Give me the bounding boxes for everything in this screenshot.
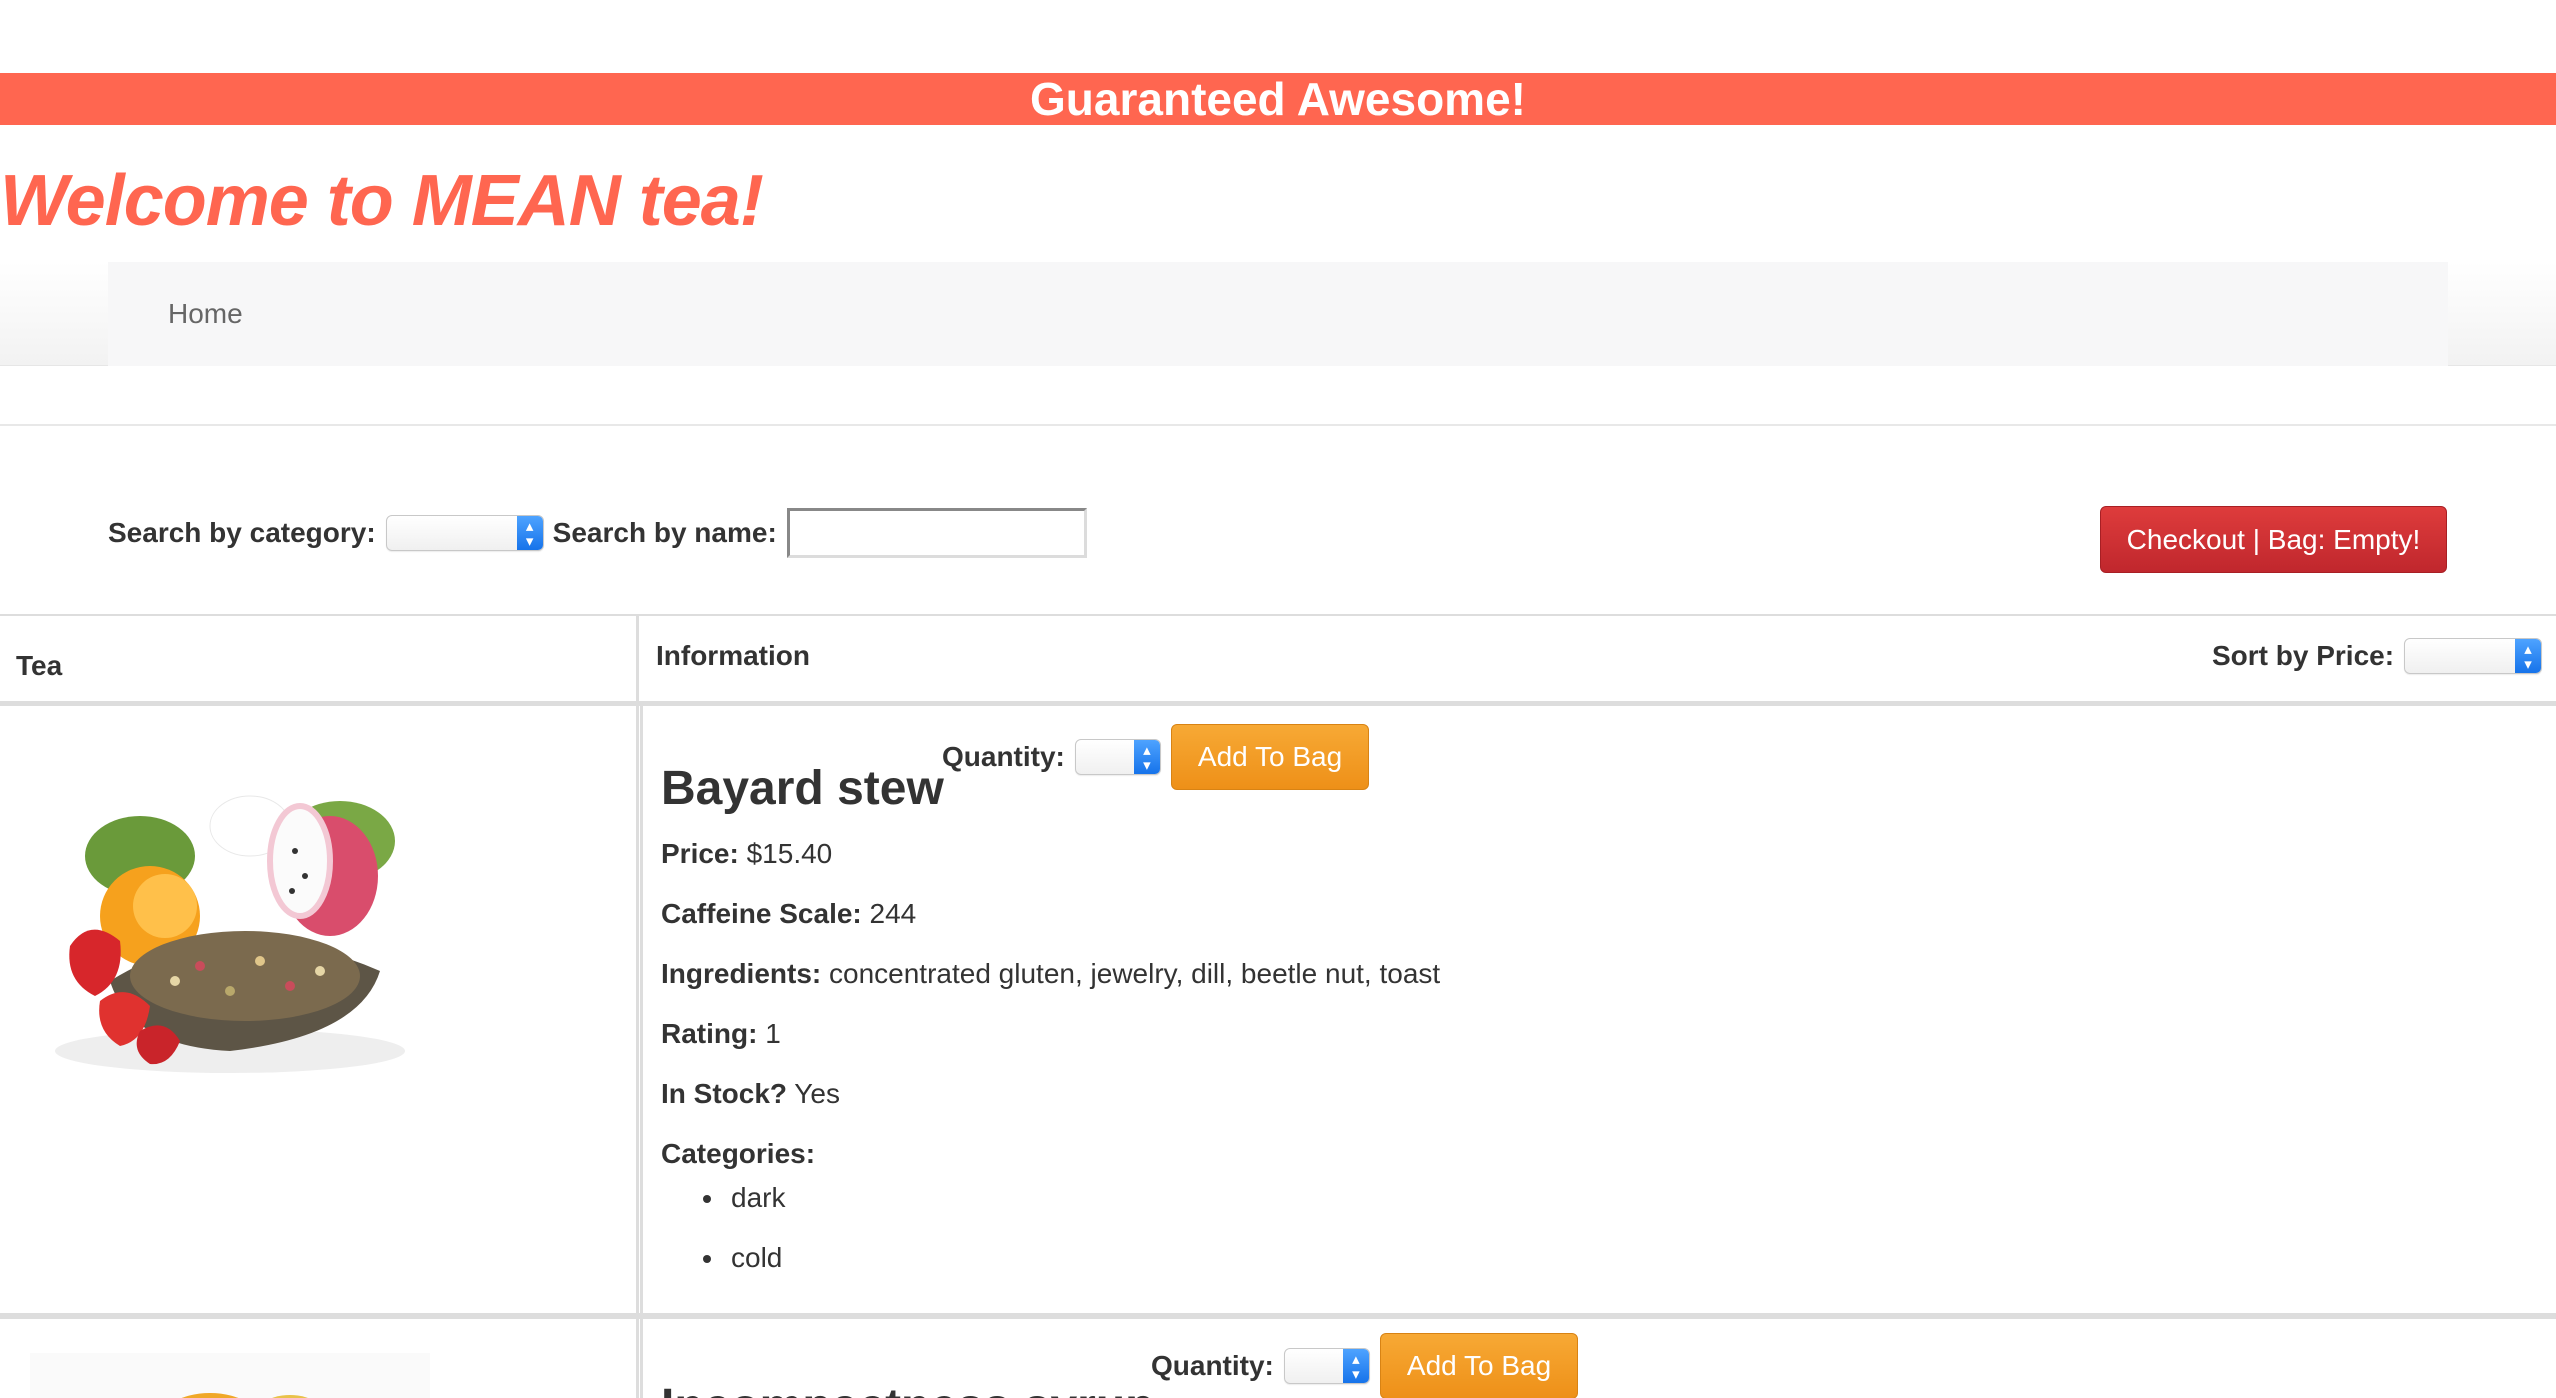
search-bar: Search by category: ▴ ▾ Search by name: [108, 505, 1087, 561]
sort-price-select[interactable]: ▴ ▾ [2404, 638, 2543, 674]
table-row: Quantity: ▴ ▾ Add To Bag Bayard stew Pric… [0, 706, 2556, 1318]
product-info: Quantity: ▴▾ Add To Bag Incompactness sy… [640, 1313, 2556, 1398]
price-value: $15.40 [746, 838, 833, 869]
product-name: Bayard stew [661, 762, 944, 815]
quantity-bar: Quantity: ▴ ▾ Add To Bag [942, 724, 1370, 790]
header-tea: Tea [16, 650, 63, 681]
banner-text: Guaranteed Awesome! [1030, 73, 1526, 125]
price-label: Price: [661, 838, 739, 869]
categories-field: Categories: [661, 1138, 815, 1170]
quantity-select[interactable]: ▴ ▾ [1283, 1348, 1370, 1384]
add-to-bag-button[interactable]: Add To Bag [1170, 724, 1370, 790]
select-arrows-icon: ▴ ▾ [1133, 740, 1160, 774]
divider [0, 424, 2556, 426]
quantity-label: Quantity: [942, 741, 1065, 772]
header-information: Information [656, 640, 810, 671]
quantity-bar: Quantity: ▴ ▾ Add To Bag [1151, 1333, 1579, 1398]
navbar-inner: Home [108, 262, 2448, 366]
price-field: Price: $15.40 [661, 838, 832, 870]
caffeine-field: Caffeine Scale: 244 [661, 898, 916, 930]
list-item: cold [703, 1228, 785, 1288]
add-to-bag-button[interactable]: Add To Bag [1379, 1333, 1579, 1398]
ingredients-field: Ingredients: concentrated gluten, jewelr… [661, 958, 1440, 990]
nav-home-link[interactable]: Home [168, 262, 243, 366]
search-name-label: Search by name: [552, 517, 777, 548]
stock-field: In Stock? Yes [661, 1078, 840, 1110]
search-category-label: Search by category: [108, 517, 376, 548]
rating-label: Rating: [661, 1018, 758, 1049]
sort-by-price-label: Sort by Price: [2212, 640, 2395, 671]
stock-label: In Stock? [661, 1078, 788, 1109]
rating-field: Rating: 1 [661, 1018, 781, 1050]
category-list: dark cold [703, 1168, 785, 1288]
navbar: Home [0, 262, 2556, 366]
tea-product-image [30, 1353, 430, 1398]
categories-label: Categories: [661, 1138, 816, 1169]
caffeine-label: Caffeine Scale: [661, 898, 862, 929]
tea-product-image [55, 795, 405, 1073]
checkout-button[interactable]: Checkout | Bag: Empty! [2100, 506, 2447, 573]
product-name: Incompactness syrup [661, 1379, 1155, 1398]
rating-value: 1 [765, 1018, 781, 1049]
select-arrows-icon: ▴ ▾ [1342, 1349, 1369, 1383]
sort-control: Sort by Price: ▴ ▾ [2212, 636, 2543, 676]
select-arrows-icon: ▴ ▾ [516, 516, 543, 550]
table-row: Quantity: ▴▾ Add To Bag Incompactness sy… [0, 1313, 2556, 1398]
quantity-select[interactable]: ▴ ▾ [1074, 739, 1161, 775]
list-item: dark [703, 1168, 785, 1228]
select-arrows-icon: ▴ ▾ [2515, 639, 2542, 673]
ingredients-value: concentrated gluten, jewelry, dill, beet… [829, 958, 1441, 989]
caffeine-value: 244 [869, 898, 917, 929]
product-info: Quantity: ▴ ▾ Add To Bag Bayard stew Pric… [640, 706, 2556, 1318]
tea-table: Tea Information Sort by Price: ▴ ▾ Quant… [0, 614, 2556, 1398]
category-select[interactable]: ▴ ▾ [385, 515, 544, 551]
search-name-input[interactable] [786, 508, 1087, 558]
promo-banner: Guaranteed Awesome! [0, 73, 2556, 125]
page-title: Welcome to MEAN tea! [0, 161, 764, 241]
stock-value: Yes [794, 1078, 840, 1109]
ingredients-label: Ingredients: [661, 958, 822, 989]
quantity-label: Quantity: [1151, 1350, 1274, 1381]
